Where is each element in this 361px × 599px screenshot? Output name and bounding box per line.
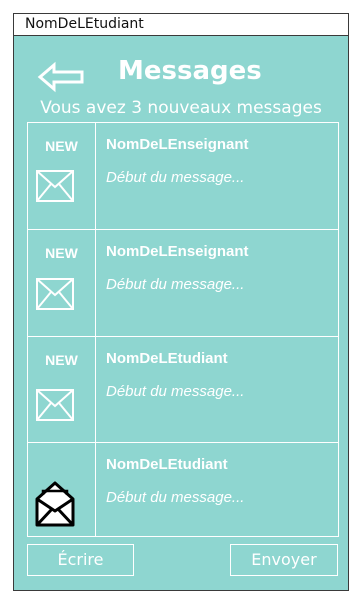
- message-sender: NomDeLEnseignant: [106, 243, 249, 260]
- message-item[interactable]: NomDeLEtudiant Début du message...: [28, 443, 338, 536]
- message-status-cell: NEW: [28, 230, 96, 336]
- back-arrow-icon: [37, 61, 84, 93]
- new-badge: NEW: [45, 245, 78, 261]
- message-sender: NomDeLEtudiant: [106, 350, 228, 367]
- open-envelope-icon: [35, 481, 75, 527]
- message-list: NEW NomDeLEnseignant Début du message...…: [27, 122, 339, 537]
- message-preview: Début du message...: [106, 383, 245, 400]
- window-title: NomDeLEtudiant: [25, 16, 144, 32]
- send-button[interactable]: Envoyer: [230, 544, 338, 576]
- write-button[interactable]: Écrire: [27, 544, 134, 576]
- message-status-cell: [28, 443, 96, 536]
- new-messages-summary: Vous avez 3 nouveaux messages: [40, 98, 322, 118]
- message-preview: Début du message...: [106, 276, 245, 293]
- window-title-bar: NomDeLEtudiant: [14, 14, 348, 36]
- app-window: NomDeLEtudiant Messages Vous avez 3 nouv…: [13, 13, 349, 591]
- new-badge: NEW: [45, 352, 78, 368]
- message-status-cell: NEW: [28, 337, 96, 442]
- page-title: Messages: [118, 56, 262, 86]
- closed-envelope-icon: [36, 170, 74, 202]
- closed-envelope-icon: [36, 278, 74, 310]
- message-item[interactable]: NEW NomDeLEtudiant Début du message...: [28, 337, 338, 443]
- new-badge: NEW: [45, 138, 78, 154]
- back-button[interactable]: [36, 60, 88, 94]
- message-status-cell: NEW: [28, 123, 96, 229]
- message-preview: Début du message...: [106, 169, 245, 186]
- message-sender: NomDeLEnseignant: [106, 136, 249, 153]
- message-preview: Début du message...: [106, 489, 245, 506]
- message-sender: NomDeLEtudiant: [106, 456, 228, 473]
- message-item[interactable]: NEW NomDeLEnseignant Début du message...: [28, 230, 338, 337]
- message-item[interactable]: NEW NomDeLEnseignant Début du message...: [28, 123, 338, 230]
- closed-envelope-icon: [36, 389, 74, 421]
